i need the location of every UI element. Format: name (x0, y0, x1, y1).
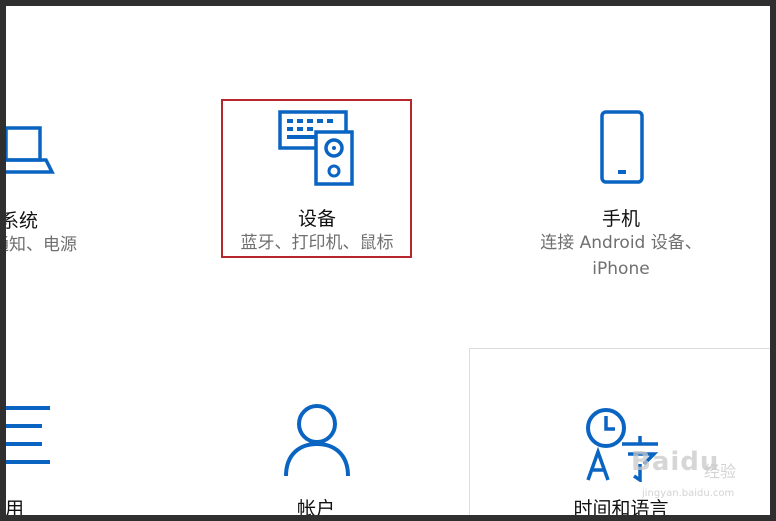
person-icon (284, 404, 350, 477)
tile-phone-subtitle-line2: iPhone (592, 259, 650, 279)
tile-apps[interactable]: 应用 (6, 398, 106, 515)
list-icon (6, 406, 50, 464)
tile-system-subtitle: 通知、电源 (6, 235, 77, 255)
phone-icon (600, 110, 644, 184)
tile-system[interactable]: 系统 通知、电源 (6, 116, 96, 266)
settings-panel: 系统 通知、电源 设备 蓝牙、打印机、鼠标 (6, 6, 770, 515)
tile-accounts[interactable]: 帐户 (246, 398, 386, 515)
tile-system-title: 系统 (6, 210, 39, 232)
tile-accounts-title: 帐户 (296, 498, 335, 515)
screenshot-frame: 系统 通知、电源 设备 蓝牙、打印机、鼠标 (0, 0, 776, 521)
baidu-watermark-sub: 经验 (704, 462, 737, 481)
devices-highlight-box (221, 99, 412, 258)
tile-phone-subtitle-line1: 连接 Android 设备、 (540, 233, 702, 253)
tile-phone[interactable]: 手机 连接 Android 设备、 iPhone (516, 98, 726, 298)
tile-phone-title: 手机 (601, 208, 640, 230)
baidu-watermark-url: jingyan.baidu.com (642, 488, 735, 499)
tile-apps-title: 应用 (6, 498, 25, 515)
laptop-icon (6, 126, 55, 174)
